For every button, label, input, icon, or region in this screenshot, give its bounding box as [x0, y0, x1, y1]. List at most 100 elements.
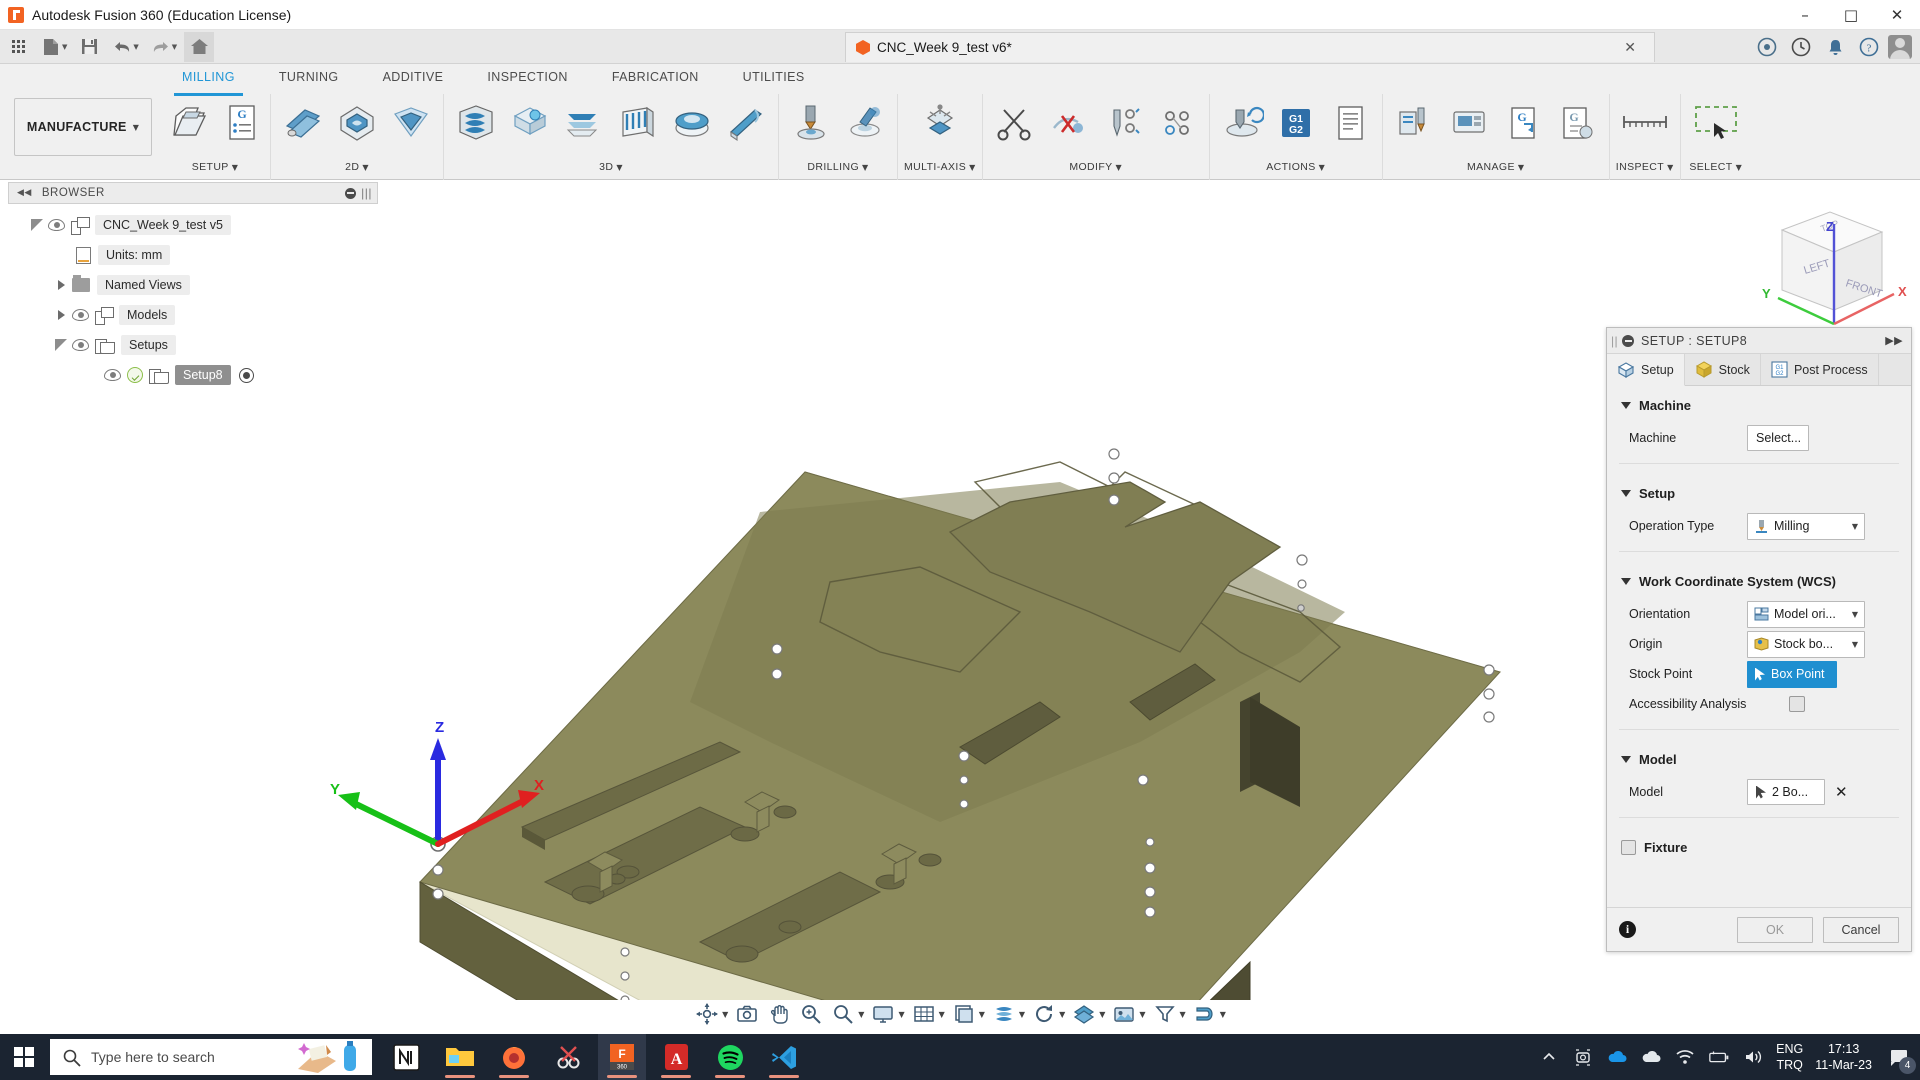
ribbon-panel-label-multi-axis[interactable]: MULTI-AXIS ▼	[904, 156, 976, 178]
nav-display-settings[interactable]: ▼	[868, 1001, 906, 1027]
chevron-down-icon[interactable]: ▼	[1139, 1010, 1145, 1019]
pan-icon[interactable]	[766, 1001, 792, 1027]
camera-icon[interactable]	[1572, 1046, 1594, 1068]
ribbon-panel-label-select[interactable]: SELECT ▼	[1689, 156, 1742, 178]
effects-icon[interactable]	[1111, 1001, 1137, 1027]
visibility-eye-icon[interactable]	[72, 339, 89, 351]
ramp-icon[interactable]	[720, 94, 772, 152]
ribbon-panel-label-drilling[interactable]: DRILLING ▼	[807, 156, 868, 178]
nav-zoom[interactable]	[796, 1001, 826, 1027]
taskbar-app-file-explorer[interactable]	[436, 1034, 484, 1080]
tab-setup[interactable]: Setup	[1607, 354, 1685, 386]
operation-type-dropdown[interactable]: Milling ▼	[1747, 512, 1865, 540]
workspace-switcher-button[interactable]: MANUFACTURE ▼	[14, 98, 152, 156]
taskbar-app-vscode[interactable]	[760, 1034, 808, 1080]
chevron-down-icon[interactable]: ▼	[1059, 1010, 1065, 1019]
cloud-icon[interactable]	[1640, 1046, 1662, 1068]
expander-open-icon[interactable]	[30, 218, 44, 232]
post-process-icon[interactable]: G1 G2	[1270, 94, 1322, 152]
nav-look-at[interactable]	[732, 1001, 762, 1027]
wifi-icon[interactable]	[1674, 1046, 1696, 1068]
battery-icon[interactable]	[1708, 1046, 1730, 1068]
onedrive-icon[interactable]	[1606, 1046, 1628, 1068]
clear-model-selection-icon[interactable]: ✕	[1835, 783, 1848, 801]
tab-stock[interactable]: Stock	[1685, 354, 1761, 385]
browser-grip-icon[interactable]: |||	[361, 186, 372, 200]
cancel-button[interactable]: Cancel	[1823, 916, 1899, 943]
extension-icon[interactable]	[1752, 32, 1782, 62]
visibility-eye-icon[interactable]	[48, 219, 65, 231]
zoom-icon[interactable]	[798, 1001, 824, 1027]
expander-closed-icon[interactable]	[54, 308, 68, 322]
scallop-icon[interactable]	[666, 94, 718, 152]
visibility-eye-icon[interactable]	[104, 369, 121, 381]
tree-item-setups[interactable]: Setups	[8, 330, 378, 360]
object-visibility-icon[interactable]	[991, 1001, 1017, 1027]
ribbon-panel-label-3d[interactable]: 3D ▼	[599, 156, 623, 178]
ribbon-tab-additive[interactable]: ADDITIVE	[361, 64, 466, 92]
nav-viewports[interactable]: ▼	[949, 1001, 987, 1027]
generate-all-icon[interactable]: G	[1551, 94, 1603, 152]
dialog-collapse-icon[interactable]	[1622, 334, 1635, 347]
2d-contour-icon[interactable]	[385, 94, 437, 152]
save-icon[interactable]	[74, 32, 104, 62]
expander-open-icon[interactable]	[54, 338, 68, 352]
ribbon-panel-label-2d[interactable]: 2D ▼	[345, 156, 369, 178]
nav-toolpath-filter[interactable]: ▼	[1150, 1001, 1188, 1027]
orbit-icon[interactable]	[694, 1001, 720, 1027]
machine-library-icon[interactable]	[1443, 94, 1495, 152]
tree-item-models[interactable]: Models	[8, 300, 378, 330]
visibility-eye-icon[interactable]	[72, 309, 89, 321]
expander-closed-icon[interactable]	[54, 278, 68, 292]
ribbon-tab-turning[interactable]: TURNING	[257, 64, 361, 92]
notification-bell-icon[interactable]	[1820, 32, 1850, 62]
notification-center-button[interactable]: 4	[1884, 1042, 1916, 1074]
ribbon-panel-label-manage[interactable]: MANAGE ▼	[1467, 156, 1524, 178]
new-file-caret-icon[interactable]: ▼	[62, 43, 67, 51]
machine-select-button[interactable]: Select...	[1747, 425, 1809, 451]
taskbar-app-firefox[interactable]	[490, 1034, 538, 1080]
dialog-grip-icon[interactable]: ||	[1611, 334, 1618, 348]
model-selection-button[interactable]: 2 Bo...	[1747, 779, 1825, 805]
add-tab-icon[interactable]: extension-icon	[1718, 32, 1748, 62]
ok-button[interactable]: OK	[1737, 916, 1813, 943]
chevron-down-icon[interactable]: ▼	[1019, 1010, 1025, 1019]
chevron-down-icon[interactable]: ▼	[979, 1010, 985, 1019]
chevron-down-icon[interactable]: ▼	[898, 1010, 904, 1019]
look-at-icon[interactable]	[734, 1001, 760, 1027]
active-setup-radio[interactable]	[238, 367, 254, 383]
ribbon-panel-label-actions[interactable]: ACTIONS ▼	[1266, 156, 1325, 178]
fixture-checkbox[interactable]	[1621, 840, 1636, 855]
chevron-down-icon[interactable]: ▼	[858, 1010, 864, 1019]
section-header-wcs[interactable]: Work Coordinate System (WCS)	[1607, 562, 1911, 599]
adaptive-clearing-icon[interactable]	[450, 94, 502, 152]
nav-stock-display[interactable]: ▼	[1190, 1001, 1228, 1027]
app-grid-icon[interactable]	[3, 32, 33, 62]
maximize-button[interactable]: □	[1828, 0, 1874, 30]
tree-item-root[interactable]: CNC_Week 9_test v5	[8, 210, 378, 240]
chevron-down-icon[interactable]: ▼	[722, 1010, 728, 1019]
show-hidden-icons-icon[interactable]	[1538, 1046, 1560, 1068]
setup-sheet-icon[interactable]	[1324, 94, 1376, 152]
help-icon[interactable]: ?	[1854, 32, 1884, 62]
viewports-icon[interactable]	[951, 1001, 977, 1027]
job-status-icon[interactable]	[1786, 32, 1816, 62]
section-header-setup[interactable]: Setup	[1607, 474, 1911, 511]
section-header-machine[interactable]: Machine	[1607, 386, 1911, 423]
tree-item-units[interactable]: Units: mm	[8, 240, 378, 270]
nav-object-visibility[interactable]: ▼	[989, 1001, 1027, 1027]
user-avatar[interactable]	[1888, 35, 1912, 59]
simulate-icon[interactable]	[1216, 94, 1268, 152]
ribbon-tab-milling[interactable]: MILLING	[160, 64, 257, 96]
accessibility-analysis-checkbox[interactable]	[1789, 696, 1805, 712]
chevron-down-icon[interactable]: ▼	[1099, 1010, 1105, 1019]
minimize-button[interactable]: –	[1782, 0, 1828, 30]
ribbon-panel-label-inspect[interactable]: INSPECT ▼	[1616, 156, 1674, 178]
dialog-expand-icon[interactable]: ▶▶	[1885, 334, 1903, 347]
section-header-fixture[interactable]: Fixture	[1607, 828, 1911, 865]
volume-icon[interactable]	[1742, 1046, 1764, 1068]
tree-item-named-views[interactable]: Named Views	[8, 270, 378, 300]
horizontal-icon[interactable]	[558, 94, 610, 152]
taskbar-app-snip-sketch[interactable]	[544, 1034, 592, 1080]
browser-minus-icon[interactable]	[345, 187, 356, 199]
